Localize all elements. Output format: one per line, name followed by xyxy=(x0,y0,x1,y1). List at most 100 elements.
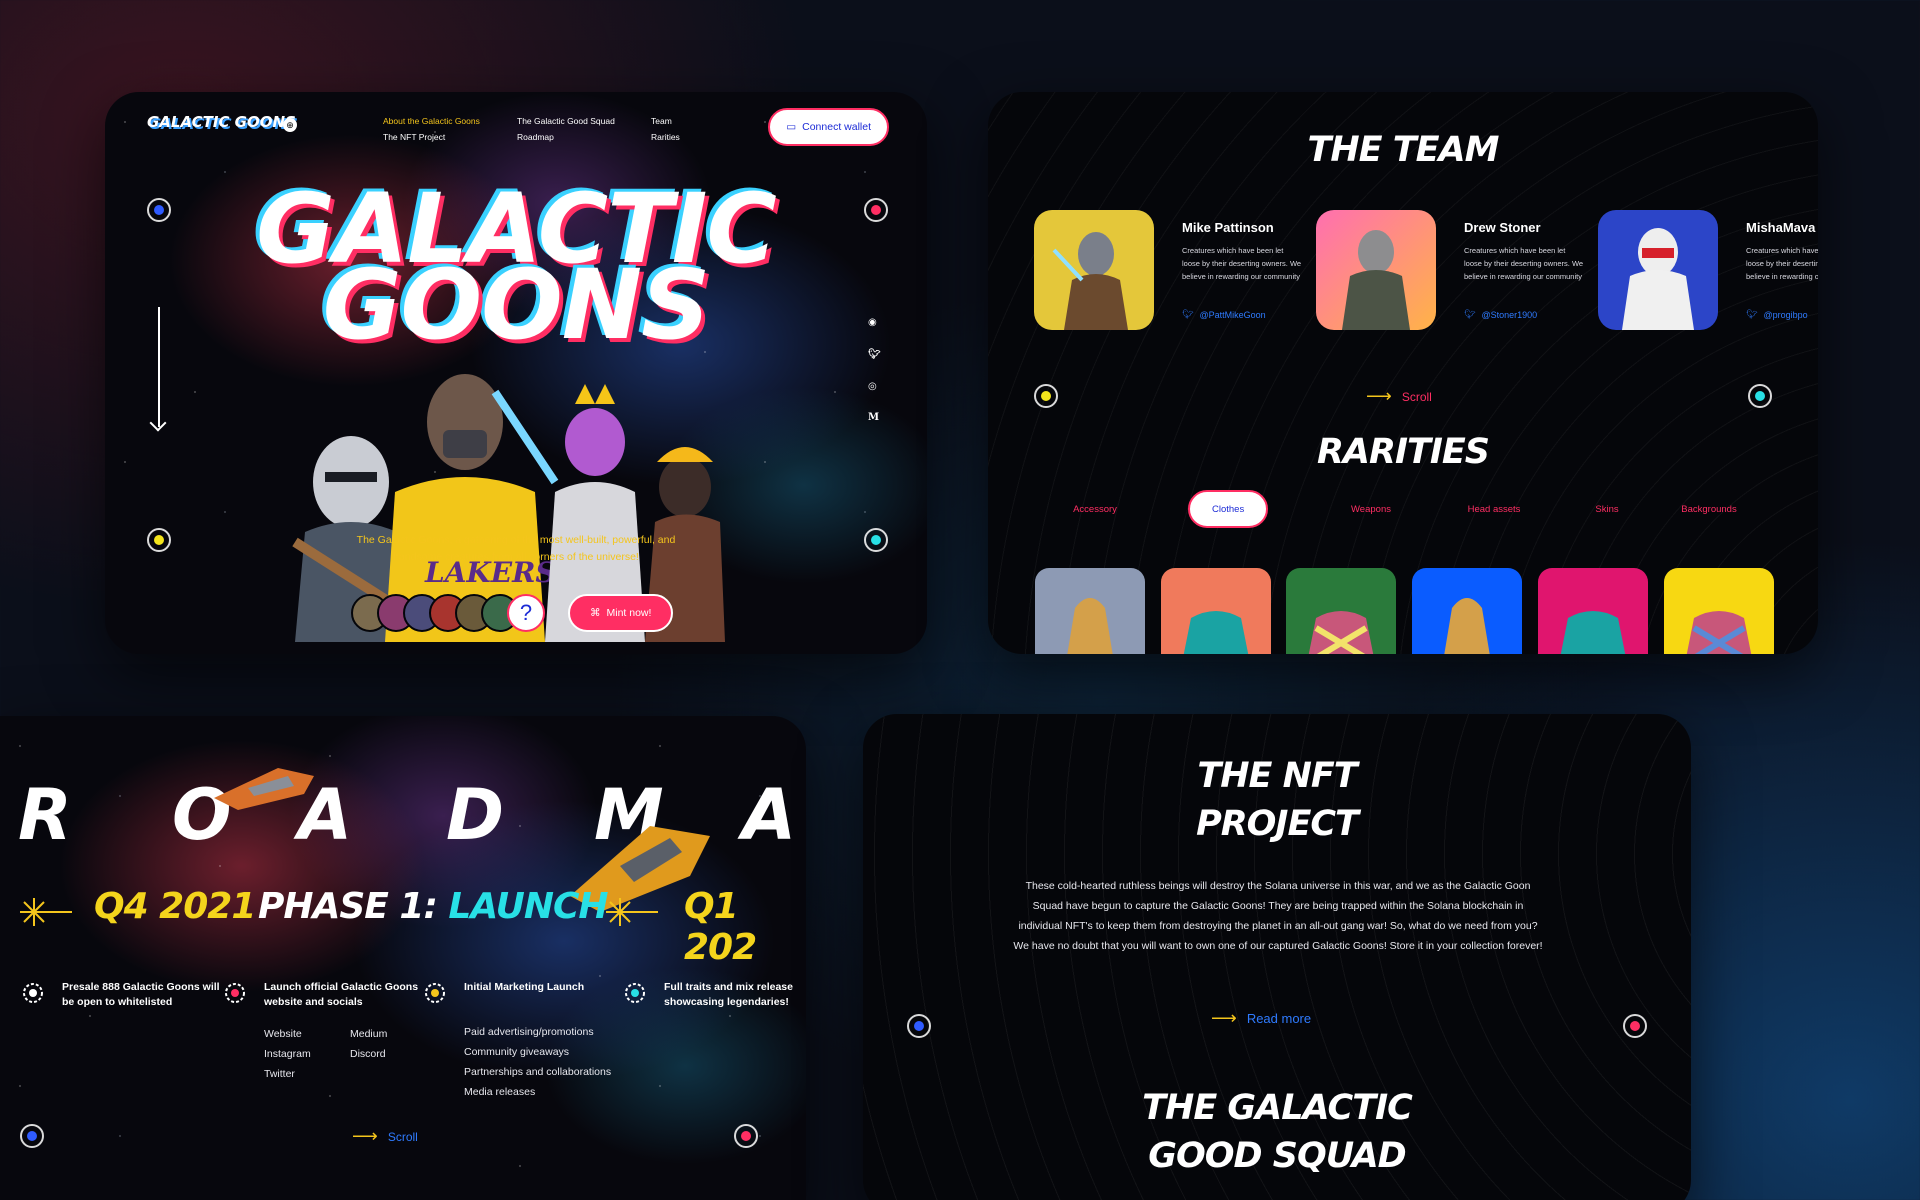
phase-title: PHASE 1: LAUNCH xyxy=(258,886,609,927)
star-badge-icon xyxy=(23,983,43,1003)
connect-wallet-button[interactable]: ▭ Connect wallet xyxy=(768,108,889,146)
member-description: Creatures which have been let loose by t… xyxy=(1182,246,1302,281)
medium-icon[interactable]: M xyxy=(868,412,879,423)
spaceship-illustration xyxy=(214,768,314,810)
tab-skins[interactable]: Skins xyxy=(1584,490,1630,528)
corner-dot-blue xyxy=(907,1014,931,1038)
sparkle-icon xyxy=(606,898,658,926)
rarity-item[interactable] xyxy=(1286,568,1396,654)
social-item: Instagram xyxy=(264,1048,311,1060)
step-title: Presale 888 Galactic Goons will be open … xyxy=(62,981,220,1008)
twitter-icon: 🐦︎ xyxy=(1464,309,1476,319)
twitter-icon: 🐦︎ xyxy=(1182,309,1194,319)
member-handle: @progibpo xyxy=(1763,309,1808,320)
team-member-card: MishaMava Creatures which have been let … xyxy=(1598,210,1818,334)
member-photo xyxy=(1316,210,1436,330)
mint-now-label: Mint now! xyxy=(606,607,652,619)
roadmap-letter: D xyxy=(446,774,504,856)
member-name: Drew Stoner xyxy=(1464,220,1541,235)
tab-clothes[interactable]: Clothes xyxy=(1188,490,1269,528)
sparkle-icon xyxy=(20,898,72,926)
team-rarities-panel: THE TEAM Mike Pattinson Creatures which … xyxy=(988,92,1818,654)
nft-description: These cold-hearted ruthless beings will … xyxy=(1013,880,1543,952)
star-badge-icon xyxy=(225,983,245,1003)
brand-logo[interactable]: GALACTIC GOONS xyxy=(147,115,296,130)
corner-dot-yellow xyxy=(1034,384,1058,408)
member-photo xyxy=(1034,210,1154,330)
wallet-icon: ▭ xyxy=(786,121,797,133)
arrow-right-icon: ⟶ xyxy=(1366,386,1392,406)
step-title: Initial Marketing Launch xyxy=(464,981,585,993)
tab-accessory[interactable]: Accessory xyxy=(1060,490,1130,528)
twitter-icon[interactable]: 🐦︎ xyxy=(868,349,881,360)
social-item: Discord xyxy=(350,1048,386,1060)
rarity-item[interactable] xyxy=(1538,568,1648,654)
roadmap-panel: R O A D M A Q4 2021 PHASE 1: LAUNCH Q1 2… xyxy=(0,716,806,1200)
rarity-item[interactable] xyxy=(1035,568,1145,654)
question-avatar[interactable]: ? xyxy=(507,594,545,632)
tagline-line1: The Galactic Goons, a gathering of the m… xyxy=(356,534,676,546)
goons-illustration: LAKERS xyxy=(292,374,725,642)
roadmap-letter: A xyxy=(742,774,796,856)
member-handle: @Stoner1900 xyxy=(1481,309,1538,320)
corner-dot-pink xyxy=(734,1124,758,1148)
scroll-label: Scroll xyxy=(1401,389,1432,404)
member-description: Creatures which have been let loose by t… xyxy=(1464,246,1584,281)
social-item: Website xyxy=(264,1028,302,1040)
rarities-title: RARITIES xyxy=(1316,432,1490,472)
phase-highlight: LAUNCH xyxy=(448,886,608,927)
tab-weapons[interactable]: Weapons xyxy=(1336,490,1406,528)
quarter-label: Q1 202 xyxy=(684,886,757,968)
language-icon[interactable]: ⊕ xyxy=(283,118,297,132)
team-scroll-button[interactable]: ⟶ Scroll xyxy=(1366,386,1432,407)
nav-team[interactable]: Team xyxy=(651,116,731,126)
star-badge-icon xyxy=(625,983,645,1003)
rarity-item[interactable] xyxy=(1412,568,1522,654)
hero-panel: GALACTIC GOONS ⊕ About the Galactic Goon… xyxy=(105,92,927,654)
member-description: Creatures which have been let loose by t… xyxy=(1746,246,1818,281)
member-photo xyxy=(1598,210,1718,330)
member-twitter-link[interactable]: 🐦︎ @PattMikeGoon xyxy=(1182,309,1266,320)
nft-project-panel: THE NFT PROJECT These cold-hearted ruthl… xyxy=(863,714,1691,1200)
discord-icon[interactable]: ◉ xyxy=(868,317,877,328)
star-badge-icon xyxy=(425,983,445,1003)
scroll-label: Scroll xyxy=(387,1129,418,1144)
social-item: Medium xyxy=(350,1028,388,1040)
corner-dot-pink xyxy=(1623,1014,1647,1038)
mint-now-button[interactable]: ⌘ Mint now! xyxy=(568,594,674,632)
team-title: THE TEAM xyxy=(1307,130,1500,170)
nft-title-line2: PROJECT xyxy=(1196,804,1359,844)
member-twitter-link[interactable]: 🐦︎ @Stoner1900 xyxy=(1464,309,1537,320)
rarity-item[interactable] xyxy=(1161,568,1271,654)
rarity-item[interactable] xyxy=(1664,568,1774,654)
nav-good-squad[interactable]: The Galactic Good Squad xyxy=(517,116,651,126)
social-item: Twitter xyxy=(264,1068,295,1080)
step-title: Full traits and mix release showcasing l… xyxy=(664,981,793,1008)
roadmap-scroll-button[interactable]: ⟶ Scroll xyxy=(352,1126,418,1147)
read-more-label: Read more xyxy=(1246,1011,1312,1026)
good-squad-title-line1: THE GALACTIC xyxy=(1142,1088,1413,1128)
instagram-icon[interactable]: ◎ xyxy=(868,381,877,392)
step-title: Launch official Galactic Goons website a… xyxy=(264,981,419,1008)
arrow-right-icon: ⟶ xyxy=(1211,1008,1237,1028)
read-more-button[interactable]: ⟶ Read more xyxy=(1211,1008,1311,1029)
tagline-line2: handsome creatures from all corners of t… xyxy=(393,551,639,563)
marketing-item: Community giveaways xyxy=(464,1046,570,1058)
corner-dot-cyan xyxy=(1748,384,1772,408)
good-squad-title-line2: GOOD SQUAD xyxy=(1148,1136,1406,1176)
member-name: MishaMava xyxy=(1746,220,1816,235)
nav-about[interactable]: About the Galactic Goons xyxy=(383,116,517,126)
nav-rarities[interactable]: Rarities xyxy=(651,132,731,142)
marketing-item: Media releases xyxy=(464,1086,536,1098)
nav-nft-project[interactable]: The NFT Project xyxy=(383,132,517,142)
tab-backgrounds[interactable]: Backgrounds xyxy=(1668,490,1750,528)
quarter-label: Q4 2021 xyxy=(94,886,256,927)
twitter-icon: 🐦︎ xyxy=(1746,309,1758,319)
rarity-tabs: Accessory Clothes Weapons Head assets Sk… xyxy=(988,490,1818,530)
member-twitter-link[interactable]: 🐦︎ @progibpo xyxy=(1746,309,1808,320)
nft-title-line1: THE NFT xyxy=(1197,756,1357,796)
tab-head-assets[interactable]: Head assets xyxy=(1454,490,1534,528)
marketing-item: Partnerships and collaborations xyxy=(464,1066,612,1078)
gamepad-icon: ⌘ xyxy=(590,607,601,619)
nav-roadmap[interactable]: Roadmap xyxy=(517,132,651,142)
